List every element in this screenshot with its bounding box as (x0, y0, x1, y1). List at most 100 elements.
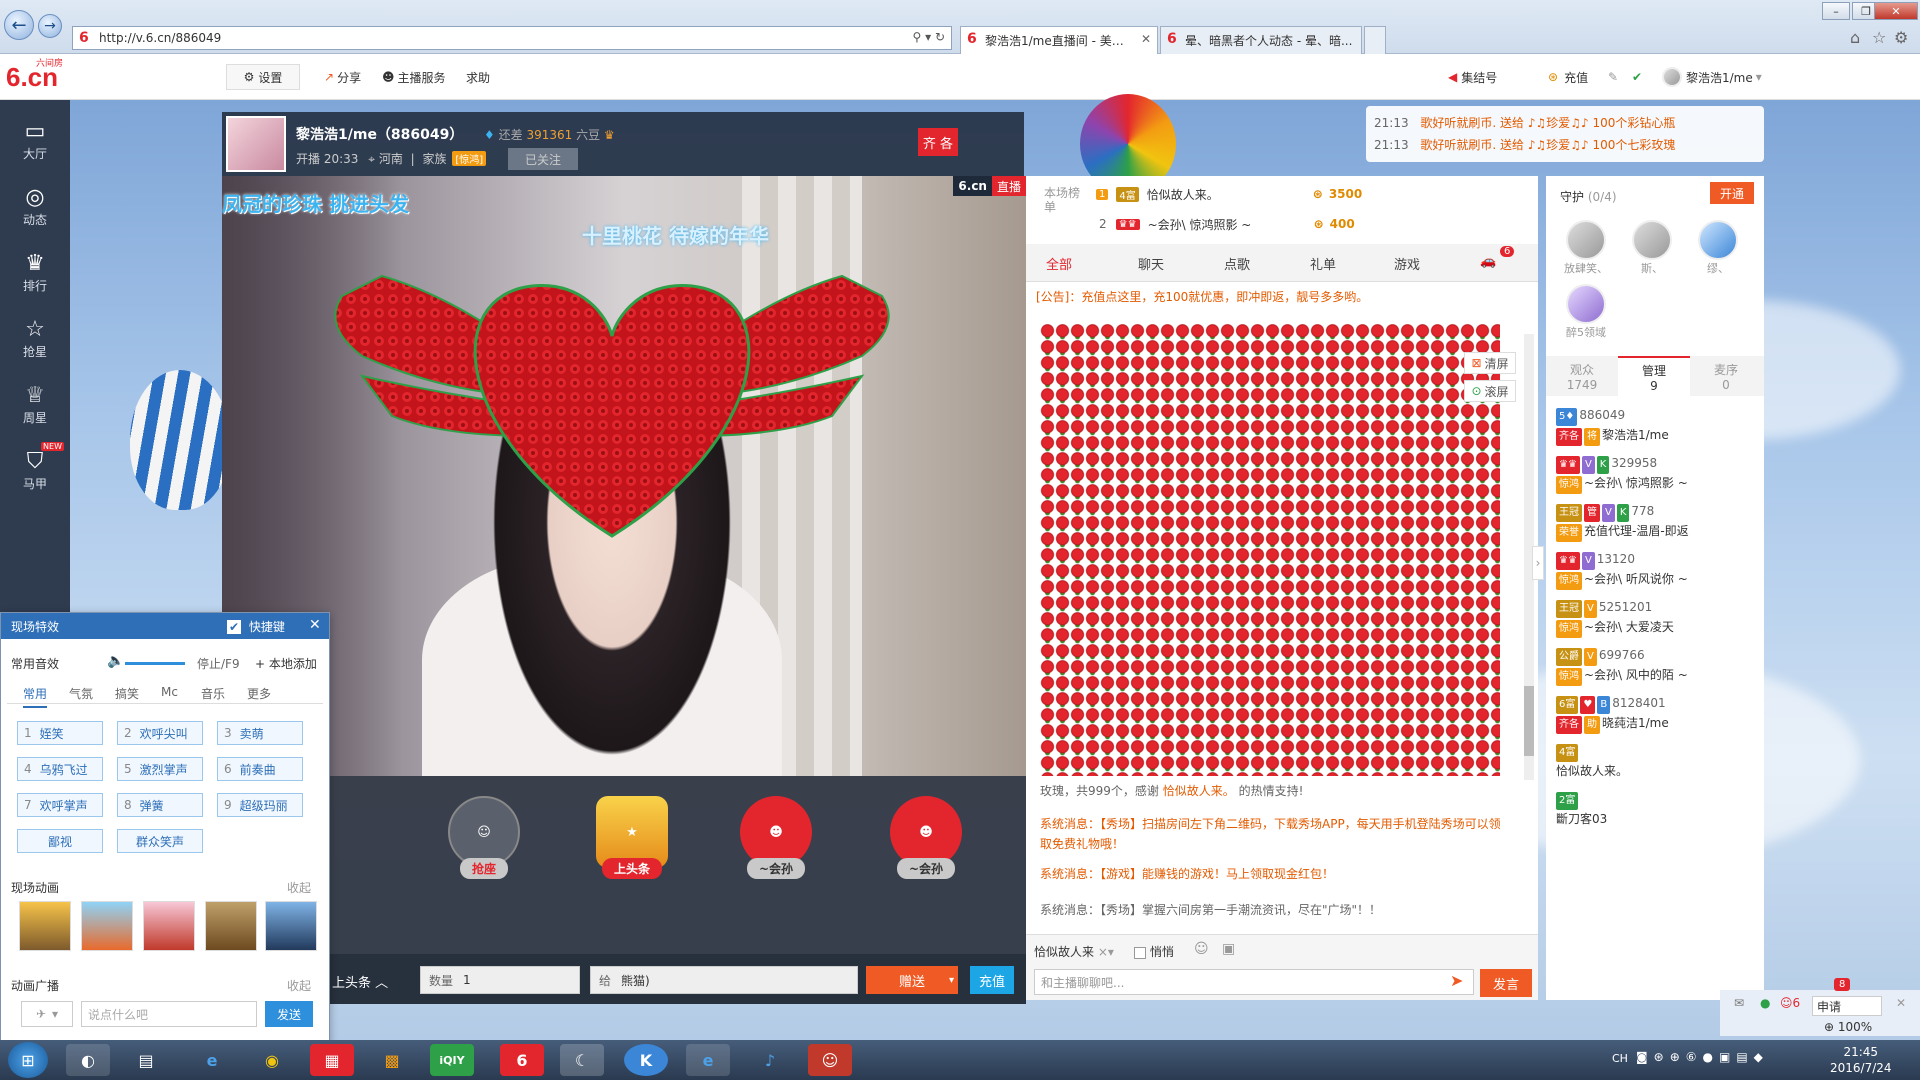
animation-thumb[interactable] (81, 901, 133, 951)
gift-feed-item[interactable]: 21:13 歌好听就刷币. 送给 ♪♫珍爱♫♪ 100个彩钻心瓶 (1374, 114, 1675, 131)
seat-slot[interactable]: ☻ ~会孙 (730, 796, 822, 886)
list-item[interactable]: 公爵 V 699766 惊鸿 ~会孙\ 风中的陌 ~ (1556, 646, 1688, 686)
taskbar-app-icon[interactable]: iQIY (430, 1044, 474, 1076)
chat-target-select[interactable]: 恰似故人来 ×▾ (1034, 943, 1114, 960)
sound-button[interactable]: 鄙视 (17, 829, 103, 853)
clear-screen-button[interactable]: ⊠ 清屏 (1464, 352, 1516, 374)
sound-button[interactable]: 3 卖萌 (217, 721, 303, 745)
video-player[interactable]: 6.cn 直播 凤冠的珍珠 挑进头发 十里桃花 待嫁的年华 (222, 176, 1026, 776)
taskbar-app-icon[interactable]: ▦ (310, 1044, 354, 1076)
tray-icons[interactable]: ◙⊛⊕⑥●▣▤◆ (1636, 1050, 1769, 1064)
sound-button[interactable]: 8 弹簧 (117, 793, 203, 817)
animation-thumb[interactable] (19, 901, 71, 951)
minimize-icon[interactable]: – (1822, 2, 1850, 20)
family-badge[interactable]: [惊鸿] (452, 151, 487, 166)
people-icon[interactable]: ☺6 (1780, 996, 1800, 1010)
mail-icon[interactable]: ✉ (1734, 996, 1744, 1010)
broadcast-send-button[interactable]: 发送 (265, 1001, 313, 1027)
sound-button[interactable]: 1 姪笑 (17, 721, 103, 745)
anchor-service-button[interactable]: ☻ 主播服务 (382, 64, 446, 90)
nav-item-ranking[interactable]: ♛ 排行 (0, 240, 70, 304)
car-icon[interactable]: 🚗 (1480, 254, 1496, 269)
help-link[interactable]: 求助 (466, 64, 490, 90)
list-item[interactable]: ♛♛ V K 329958 惊鸿 ~会孙\ 惊鸿照影 ~ (1556, 454, 1688, 494)
ie-browser-icon[interactable]: e (190, 1044, 234, 1076)
image-icon[interactable]: ▣ (1222, 941, 1235, 957)
taskbar-clock[interactable]: 21:45 2016/7/24 (1830, 1044, 1892, 1076)
anchor-name[interactable]: 黎浩浩1/me（886049） (296, 124, 463, 144)
tab-mic-queue[interactable]: 麦序 0 (1690, 356, 1762, 396)
rank-row[interactable]: 1 4富 恰似故人来。 ⊛ 3500 (1096, 180, 1362, 208)
volume-slider[interactable] (125, 662, 185, 665)
forward-icon[interactable]: → (38, 14, 62, 38)
recharge-link[interactable]: ⊛ 充值 (1548, 64, 1588, 90)
gift-target-select[interactable]: 给 熊猫) (590, 966, 858, 994)
send-message-button[interactable]: 发言 (1480, 969, 1532, 997)
taskbar-app-icon[interactable]: ▤ (124, 1044, 168, 1076)
collect-button[interactable]: ◀ 集结号 (1448, 64, 1497, 90)
fx-tab[interactable]: 搞笑 (115, 685, 139, 702)
chrome-browser-icon[interactable]: ◉ (250, 1044, 294, 1076)
whisper-checkbox[interactable]: 悄悄 (1134, 943, 1174, 960)
flag-badge[interactable]: 齐 各 (918, 128, 958, 156)
nav-item-hall[interactable]: ▭ 大厅 (0, 108, 70, 172)
windows-store-icon[interactable]: ▩ (370, 1044, 414, 1076)
sound-button[interactable]: 6 前奏曲 (217, 757, 303, 781)
list-item[interactable]: 王冠 V 5251201 惊鸿 ~会孙\ 大爱凌天 (1556, 598, 1674, 638)
zoom-level[interactable]: ⊕ 100% (1824, 1020, 1872, 1034)
nav-item-dynamic[interactable]: ◎ 动态 (0, 174, 70, 238)
seat-slot[interactable]: ☻ ~会孙 (880, 796, 972, 886)
sound-button[interactable]: 2 欢呼尖叫 (117, 721, 203, 745)
check-icon[interactable]: ✔ (1632, 64, 1642, 90)
list-item[interactable]: 王冠管 V K 778 荣誉 充值代理-温眉-即返 (1556, 502, 1689, 542)
list-item[interactable]: 2富 斷刀客03 (1556, 790, 1607, 828)
start-button[interactable]: ⊞ (8, 1042, 48, 1078)
back-icon[interactable]: ← (4, 10, 34, 40)
sound-button[interactable]: 4 乌鸦飞过 (17, 757, 103, 781)
hotkey-toggle[interactable]: ✔ 快捷键 (227, 618, 285, 635)
new-tab-button[interactable] (1364, 26, 1386, 54)
taskbar-app-icon[interactable]: ◐ (66, 1044, 110, 1076)
list-item[interactable]: 6富 ♥ B 8128401 齐各助晓莼洁1/me (1556, 694, 1669, 734)
tab-admin[interactable]: 管理 9 (1618, 356, 1690, 396)
close-icon[interactable]: ✕ (309, 617, 321, 633)
fx-tab[interactable]: Mc (161, 685, 178, 699)
taskbar-app-icon[interactable]: ☾ (560, 1044, 604, 1076)
send-gift-button[interactable]: 赠送 ▾ (866, 966, 958, 994)
chevron-right-icon[interactable]: › (1532, 546, 1544, 580)
guard-member[interactable]: 缪、 (1690, 220, 1746, 276)
favorites-star-icon[interactable]: ☆ (1872, 28, 1886, 47)
nav-item-star[interactable]: ☆ 抢星 (0, 306, 70, 370)
taskbar-6cn-icon[interactable]: 6 (500, 1044, 544, 1076)
list-item[interactable]: 5♦ 886049 齐各将黎浩浩1/me (1556, 406, 1669, 446)
sound-button[interactable]: 7 欢呼掌声 (17, 793, 103, 817)
tab-chat[interactable]: 聊天 (1138, 254, 1164, 273)
broadcast-style-select[interactable]: ✈ ▾ (21, 1001, 73, 1027)
fx-tab[interactable]: 气氛 (69, 685, 93, 702)
sound-button[interactable]: 群众笑声 (117, 829, 203, 853)
nav-item-vest[interactable]: ⛉ 马甲 NEW (0, 438, 70, 502)
anchor-avatar[interactable] (226, 116, 286, 172)
close-icon[interactable]: ✕ (1896, 996, 1906, 1010)
search-refresh-icon[interactable]: ⚲ ▾ ↻ (913, 30, 946, 44)
stop-button[interactable]: 停止/F9 (197, 655, 240, 672)
share-button[interactable]: ↗ 分享 (324, 64, 361, 90)
sound-button[interactable]: 9 超级玛丽 (217, 793, 303, 817)
check-circle-icon[interactable]: ● (1760, 996, 1770, 1010)
send-plane-icon[interactable]: ➤ (1450, 971, 1463, 990)
rank-row[interactable]: 2 ♛♛ ~会孙\ 惊鸿照影 ~ ⊛ 400 (1096, 210, 1355, 238)
collapse-button[interactable]: 收起 (287, 879, 311, 896)
user-menu[interactable]: 黎浩浩1/me ▾ (1662, 64, 1762, 90)
browser-tab[interactable]: 6 晕、暗黑者个人动态 - 晕、暗... (1160, 26, 1362, 54)
open-guard-button[interactable]: 开通 (1710, 182, 1754, 204)
taskbar-app-icon[interactable]: K (624, 1044, 668, 1076)
quantity-input[interactable]: 数量 1 (420, 966, 580, 994)
close-icon[interactable]: ×▾ (1098, 945, 1114, 959)
home-icon[interactable]: ⌂ (1850, 28, 1860, 47)
auto-scroll-button[interactable]: ⊙ 滚屏 (1464, 380, 1516, 402)
input-language[interactable]: CH (1612, 1052, 1628, 1065)
tab-audience[interactable]: 观众 1749 (1546, 356, 1618, 396)
close-window-icon[interactable]: ✕ (1874, 2, 1918, 20)
browser-tab-active[interactable]: 6 黎浩浩1/me直播间 - 美女... ✕ (960, 26, 1158, 54)
taskbar-app-icon[interactable]: ♪ (748, 1044, 792, 1076)
